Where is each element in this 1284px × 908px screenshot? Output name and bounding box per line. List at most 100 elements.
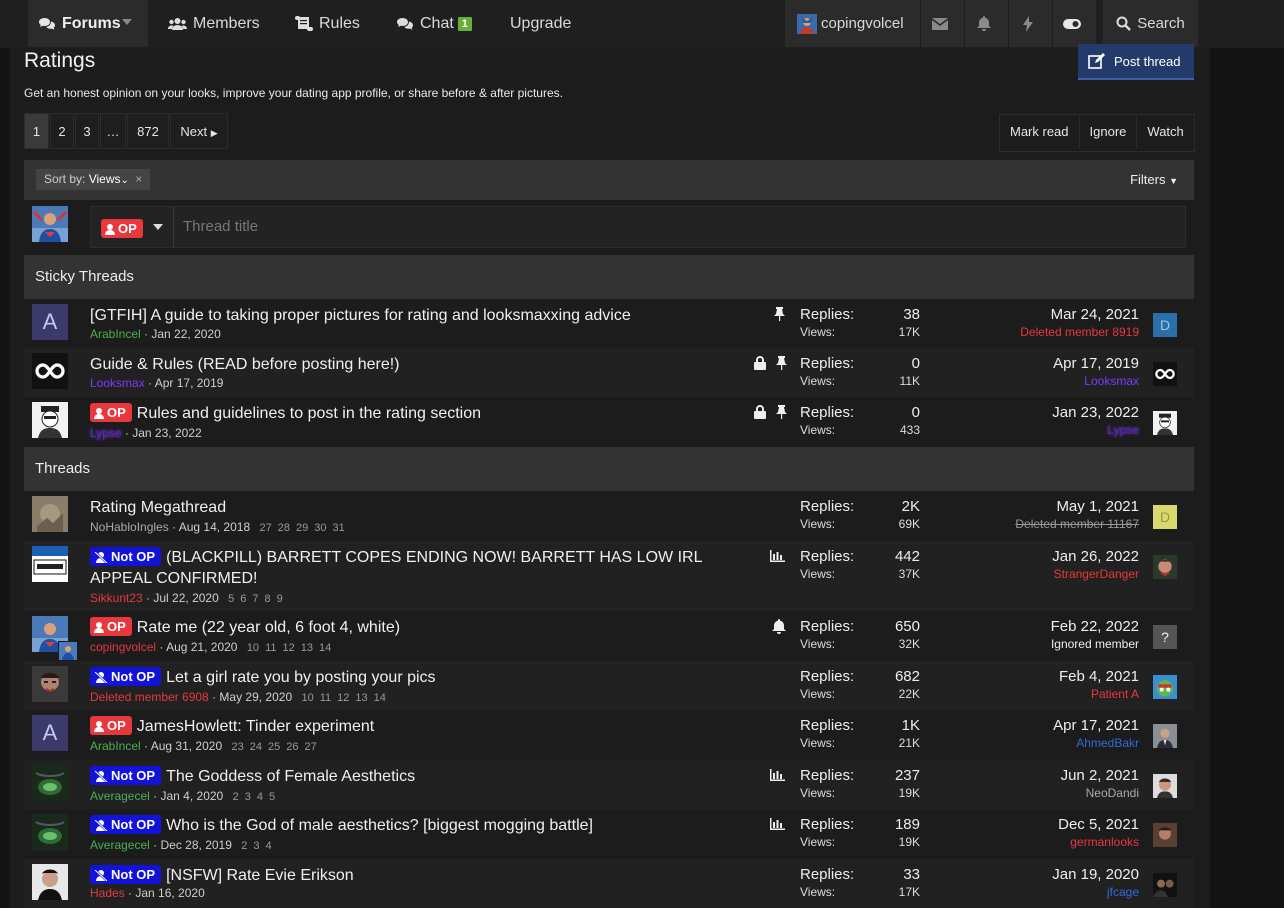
thread-title-text[interactable]: JamesHowlett: Tinder experiment <box>137 718 374 735</box>
thread-title[interactable]: [GTFIH] A guide to taking proper picture… <box>90 305 720 326</box>
last-post-user[interactable]: Looksmax <box>1053 374 1139 388</box>
author-avatar[interactable] <box>32 765 68 801</box>
thread-title-text[interactable]: (BLACKPILL) BARRETT COPES ENDING NOW! BA… <box>90 549 702 587</box>
thread-title-text[interactable]: Who is the God of male aesthetics? [bigg… <box>166 817 593 834</box>
page-link-last[interactable]: 872 <box>127 113 169 149</box>
author-avatar[interactable] <box>32 814 68 850</box>
page-link[interactable]: 13 <box>301 642 313 654</box>
author-avatar[interactable]: A <box>32 715 68 751</box>
page-link[interactable]: 29 <box>296 522 308 534</box>
nav-conversations[interactable] <box>921 0 964 47</box>
author-avatar[interactable]: A <box>32 304 68 340</box>
op-prefix-badge[interactable]: OP <box>90 716 132 735</box>
author-avatar[interactable] <box>32 496 68 532</box>
op-prefix-badge[interactable]: OP <box>90 403 132 422</box>
last-post-date[interactable]: Mar 24, 2021 <box>1020 306 1139 323</box>
nav-alerts[interactable] <box>965 0 1008 47</box>
thread-date[interactable]: Jul 22, 2020 <box>153 591 218 605</box>
thread-date[interactable]: Jan 23, 2022 <box>132 426 201 440</box>
nav-upgrade[interactable]: Upgrade <box>510 0 571 47</box>
last-poster-avatar[interactable] <box>1153 724 1177 748</box>
page-link[interactable]: 5 <box>228 593 234 605</box>
page-link[interactable]: 27 <box>304 741 316 753</box>
ignore-button[interactable]: Ignore <box>1080 115 1138 149</box>
thread-date[interactable]: Jan 4, 2020 <box>161 789 224 803</box>
last-poster-avatar[interactable] <box>1153 675 1177 699</box>
page-link[interactable]: 30 <box>314 522 326 534</box>
thread-row[interactable]: Guide & Rules (READ before posting here!… <box>24 348 1194 397</box>
page-link[interactable]: 8 <box>264 593 270 605</box>
last-poster-avatar[interactable]: ? <box>1153 625 1177 649</box>
nav-search[interactable]: Search <box>1103 0 1198 47</box>
not-op-prefix-badge[interactable]: Not OP <box>90 766 162 785</box>
not-op-prefix-badge[interactable]: Not OP <box>90 815 162 834</box>
thread-author[interactable]: ArabIncel <box>90 739 141 753</box>
thread-date[interactable]: Aug 31, 2020 <box>151 739 222 753</box>
looksmax-logo-avatar[interactable] <box>32 353 68 389</box>
page-link[interactable]: 10 <box>247 642 259 654</box>
thread-date[interactable]: Jan 16, 2020 <box>135 886 204 900</box>
page-link[interactable]: 13 <box>355 692 367 704</box>
op-prefix-badge[interactable]: OP <box>90 617 132 636</box>
last-post-user[interactable]: NeoDandi <box>1061 786 1139 800</box>
thread-row[interactable]: A [GTFIH] A guide to taking proper pictu… <box>24 299 1194 348</box>
filters-menu[interactable]: Filters ▼ <box>1130 172 1178 187</box>
thread-title-text[interactable]: Rate me (22 year old, 6 foot 4, white) <box>137 619 400 636</box>
page-link-2[interactable]: 2 <box>50 113 74 149</box>
looksmax-logo-avatar[interactable] <box>1153 362 1177 386</box>
thread-row[interactable]: Not OP The Goddess of Female Aesthetics A… <box>24 760 1194 809</box>
last-post-date[interactable]: May 1, 2021 <box>1015 498 1139 515</box>
thread-title-text[interactable]: The Goddess of Female Aesthetics <box>166 768 415 785</box>
post-thread-button[interactable]: Post thread <box>1078 44 1194 80</box>
thread-date[interactable]: Dec 28, 2019 <box>161 838 232 852</box>
mark-read-button[interactable]: Mark read <box>1000 115 1080 149</box>
thread-title-text[interactable]: [NSFW] Rate Evie Erikson <box>166 867 354 884</box>
last-post-date[interactable]: Jan 19, 2020 <box>1052 866 1139 883</box>
page-link[interactable]: 11 <box>265 642 276 654</box>
last-post-user[interactable]: Patient A <box>1059 687 1139 701</box>
page-link[interactable]: 9 <box>277 593 283 605</box>
thread-row[interactable]: Rating Megathread NoHabloIngles · Aug 14… <box>24 491 1194 541</box>
author-avatar[interactable] <box>32 402 68 438</box>
last-post-date[interactable]: Apr 17, 2019 <box>1053 355 1139 372</box>
thread-author[interactable]: copingvolcel <box>90 640 156 654</box>
thread-date[interactable]: Apr 17, 2019 <box>155 376 224 390</box>
thread-author[interactable]: Lypse <box>90 426 122 440</box>
not-op-prefix-badge[interactable]: Not OP <box>90 547 162 566</box>
last-poster-avatar[interactable] <box>1153 411 1177 435</box>
nav-chat[interactable]: Chat 1 <box>396 0 472 47</box>
thread-author[interactable]: Averagecel <box>90 838 150 852</box>
thread-date[interactable]: Jan 22, 2020 <box>151 327 220 341</box>
watch-button[interactable]: Watch <box>1137 115 1193 149</box>
nav-user-menu[interactable]: copingvolcel <box>785 0 920 47</box>
last-post-user[interactable]: jfcage <box>1052 885 1139 899</box>
page-link[interactable]: 4 <box>257 791 263 803</box>
nav-style-toggle[interactable] <box>1053 0 1096 47</box>
not-op-prefix-badge[interactable]: Not OP <box>90 667 162 686</box>
last-post-date[interactable]: Jan 23, 2022 <box>1052 404 1139 421</box>
last-post-user[interactable]: StrangerDanger <box>1052 567 1139 581</box>
thread-author[interactable]: Hades <box>90 886 125 900</box>
thread-row[interactable]: OP Rules and guidelines to post in the ra… <box>24 397 1194 445</box>
last-poster-avatar[interactable] <box>1153 823 1177 847</box>
thread-author[interactable]: Looksmax <box>90 376 145 390</box>
page-next-button[interactable]: Next ▶ <box>170 113 228 149</box>
page-link[interactable]: 14 <box>374 692 386 704</box>
participant-avatar[interactable] <box>58 641 78 661</box>
page-link-3[interactable]: 3 <box>75 113 99 149</box>
remove-filter-icon[interactable]: × <box>135 172 142 186</box>
thread-row[interactable]: Not OP Let a girl rate you by posting you… <box>24 661 1194 710</box>
thread-date[interactable]: May 29, 2020 <box>219 690 292 704</box>
page-link[interactable]: 27 <box>259 522 271 534</box>
caret-down-icon[interactable] <box>122 19 132 25</box>
last-poster-avatar[interactable] <box>1153 873 1177 897</box>
nav-forums[interactable]: Forums <box>28 0 148 47</box>
last-post-user[interactable]: Lypse <box>1052 423 1139 437</box>
thread-date[interactable]: Aug 14, 2018 <box>179 520 250 534</box>
page-link[interactable]: 12 <box>337 692 349 704</box>
thread-author[interactable]: ArabIncel <box>90 327 141 341</box>
page-link-1[interactable]: 1 <box>24 113 49 149</box>
page-link[interactable]: 4 <box>265 840 271 852</box>
thread-author[interactable]: NoHabloIngles <box>90 520 169 534</box>
last-poster-avatar[interactable] <box>1153 774 1177 798</box>
